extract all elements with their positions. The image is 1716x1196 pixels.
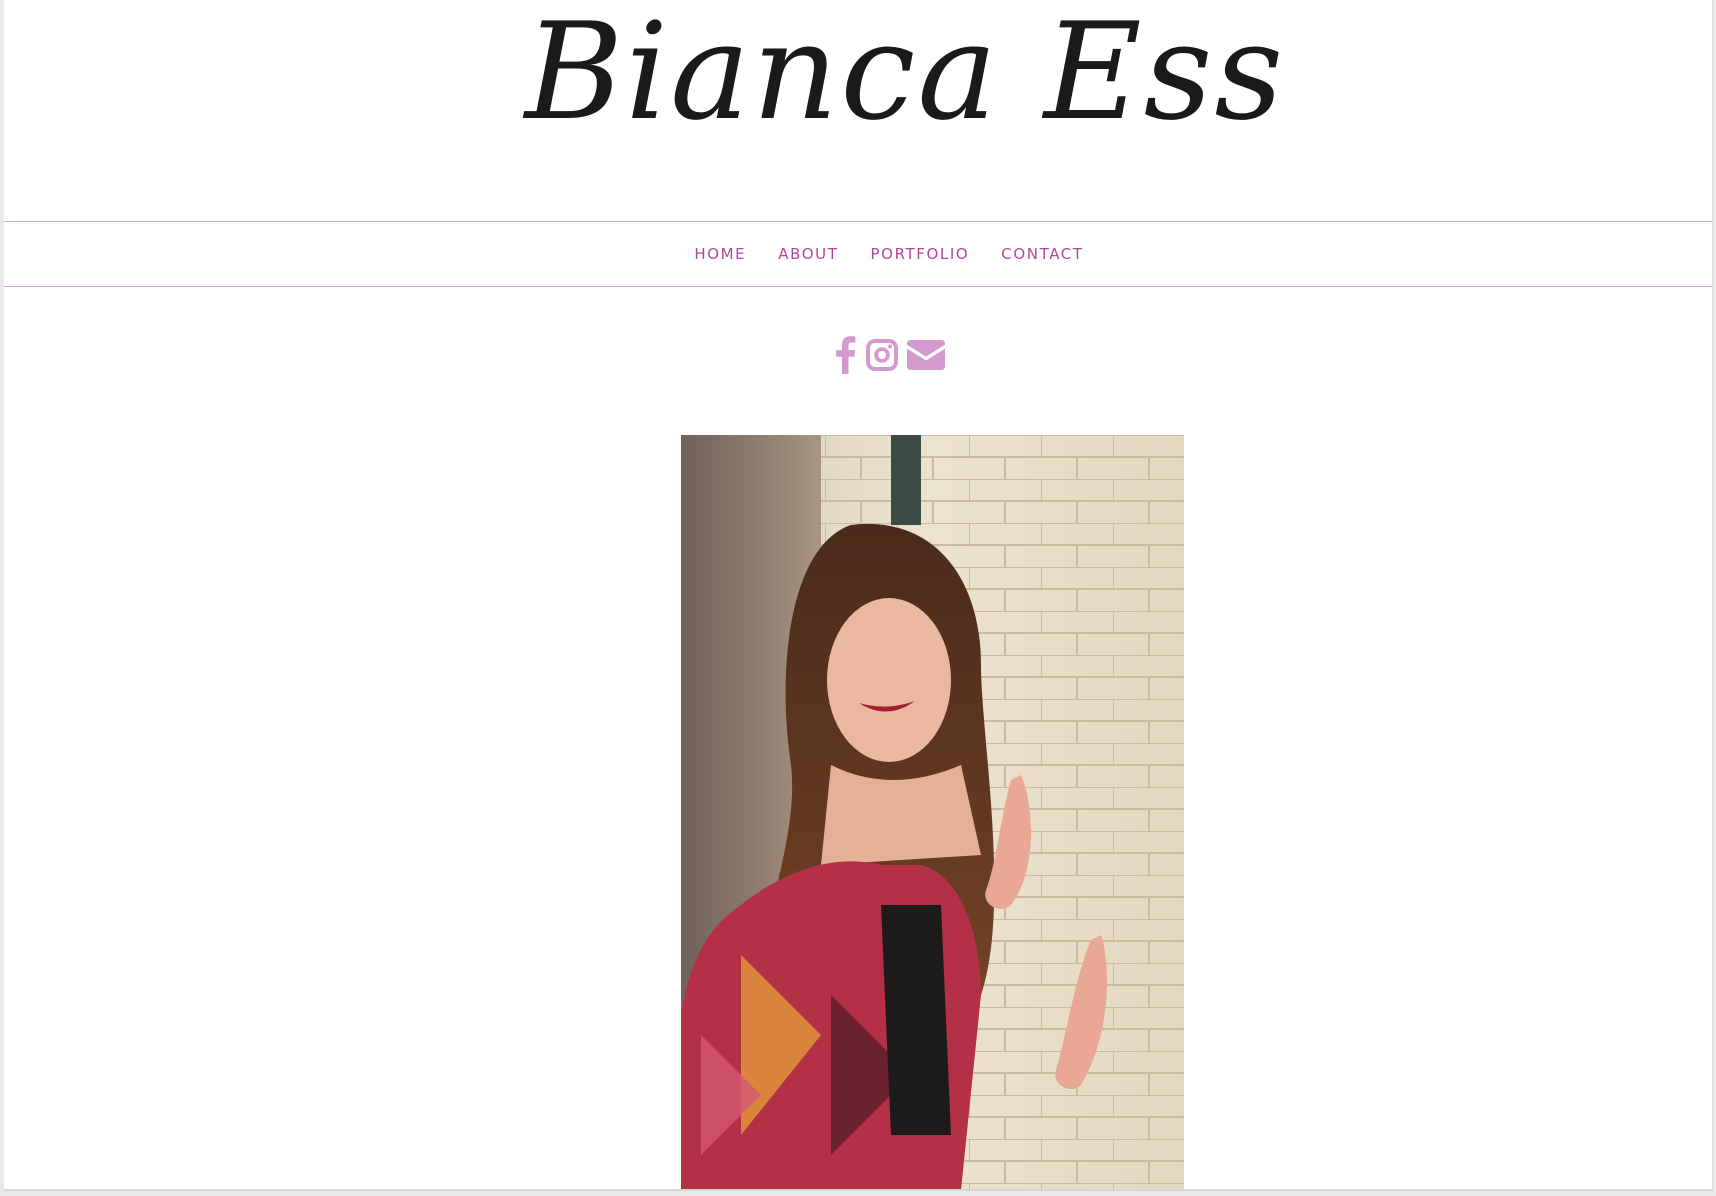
- email-icon[interactable]: [907, 333, 945, 377]
- nav-item-about[interactable]: ABOUT: [778, 245, 838, 263]
- instagram-icon[interactable]: [865, 333, 899, 377]
- nav-item-home[interactable]: HOME: [694, 245, 746, 263]
- main-nav: HOME ABOUT PORTFOLIO CONTACT: [4, 221, 1712, 287]
- hero-photo: [681, 435, 1184, 1189]
- nav-item-contact[interactable]: CONTACT: [1001, 245, 1083, 263]
- page: Bianca Ess HOME ABOUT PORTFOLIO CONTACT: [4, 0, 1713, 1191]
- social-links: [4, 333, 1712, 377]
- nav-item-portfolio[interactable]: PORTFOLIO: [871, 245, 970, 263]
- facebook-icon[interactable]: [833, 333, 857, 377]
- site-title[interactable]: Bianca Ess: [4, 0, 1712, 152]
